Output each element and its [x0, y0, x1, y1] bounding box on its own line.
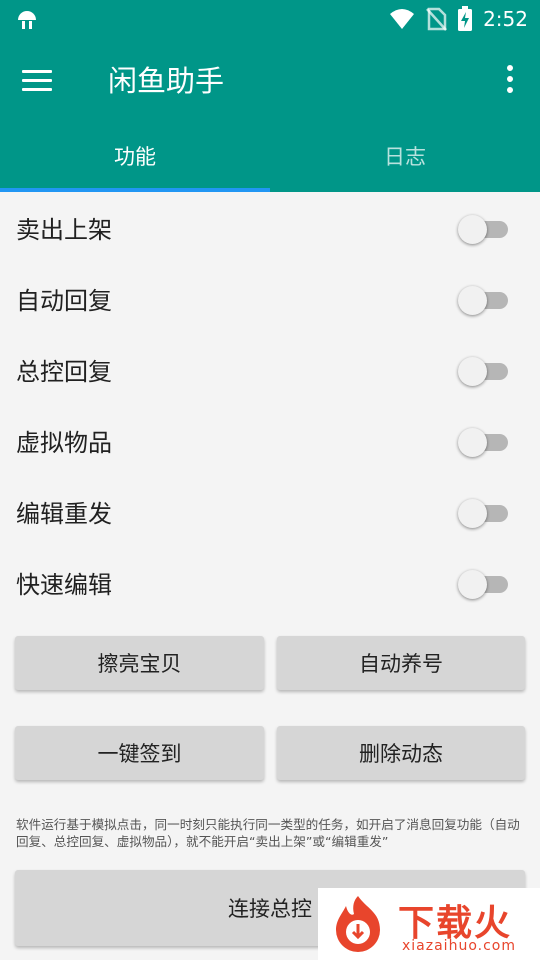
toggle-label: 编辑重发 [16, 500, 112, 528]
one-click-sign-in-button[interactable]: 一键签到 [15, 726, 264, 780]
auto-raise-button[interactable]: 自动养号 [277, 636, 525, 690]
toggle-label: 卖出上架 [16, 216, 112, 244]
usage-notice: 软件运行基于模拟点击，同一时刻只能执行同一类型的任务，如开启了消息回复功能（自动… [16, 817, 520, 849]
toggle-label: 虚拟物品 [16, 429, 112, 457]
toggle-row-master-reply: 总控回复 [0, 334, 540, 405]
toggle-label: 总控回复 [16, 358, 112, 386]
settings-list: 卖出上架 自动回复 总控回复 虚拟物品 编辑重发 快速编辑 [0, 192, 540, 618]
tab-bar: 功能 日志 [0, 120, 540, 192]
android-debug-icon [18, 11, 36, 29]
more-vert-icon[interactable] [498, 62, 522, 96]
quick-edit-switch[interactable] [458, 570, 510, 599]
app-bar: 闲鱼助手 [0, 38, 540, 120]
tab-functions[interactable]: 功能 [0, 120, 270, 192]
master-reply-switch[interactable] [458, 357, 510, 386]
toggle-row-edit-repost: 编辑重发 [0, 476, 540, 547]
status-time: 2:52 [483, 7, 528, 31]
delete-feed-button[interactable]: 删除动态 [277, 726, 525, 780]
no-sim-icon [426, 7, 448, 31]
status-bar: 2:52 [0, 0, 540, 38]
menu-icon[interactable] [22, 60, 62, 100]
toggle-label: 快速编辑 [16, 571, 112, 599]
app-title: 闲鱼助手 [108, 64, 225, 98]
edit-repost-switch[interactable] [458, 499, 510, 528]
battery-charging-icon [458, 6, 473, 31]
toggle-row-auto-reply: 自动回复 [0, 263, 540, 334]
wifi-icon [390, 9, 415, 29]
tab-functions-label: 功能 [114, 145, 156, 169]
toggle-row-quick-edit: 快速编辑 [0, 547, 540, 618]
virtual-goods-switch[interactable] [458, 428, 510, 457]
polish-items-button[interactable]: 擦亮宝贝 [15, 636, 264, 690]
watermark: 下载火 xiazaihuo.com [318, 888, 540, 960]
toggle-row-sell-list: 卖出上架 [0, 192, 540, 263]
flame-logo-icon [336, 896, 380, 952]
status-icons: 2:52 [389, 0, 528, 38]
watermark-subtitle: xiazaihuo.com [402, 938, 516, 954]
toggle-row-virtual-goods: 虚拟物品 [0, 405, 540, 476]
sell-list-switch[interactable] [458, 215, 510, 244]
toggle-label: 自动回复 [16, 287, 112, 315]
tab-log-label: 日志 [384, 145, 426, 169]
tab-log[interactable]: 日志 [270, 120, 540, 192]
auto-reply-switch[interactable] [458, 286, 510, 315]
